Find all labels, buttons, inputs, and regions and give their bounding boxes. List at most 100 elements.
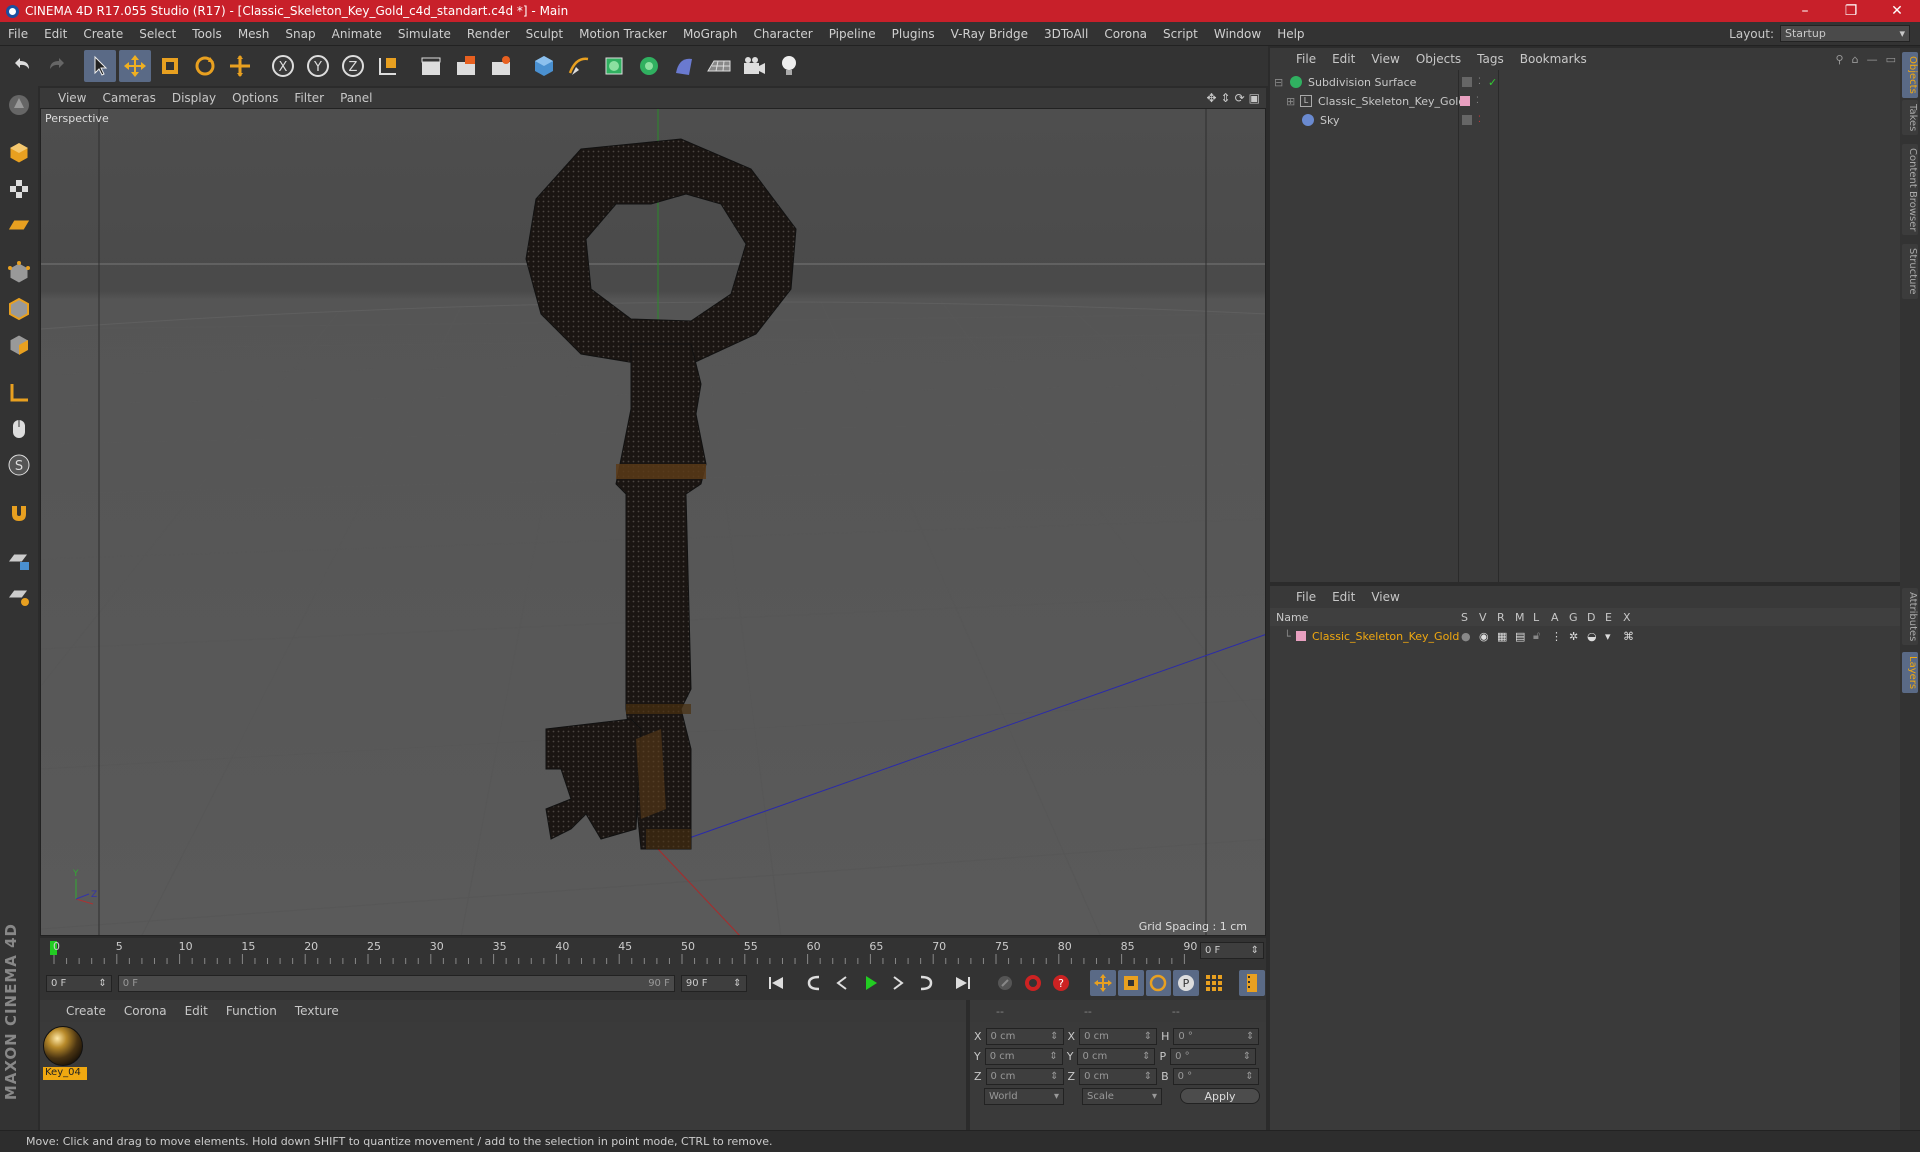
material-menu-edit[interactable]: Edit (185, 1004, 208, 1018)
orbit-icon[interactable]: ⟳ (1235, 91, 1245, 105)
current-frame-field[interactable]: 0 F ⇕ (1200, 942, 1264, 959)
floor-button[interactable] (703, 50, 735, 82)
tab-objects[interactable]: Objects (1902, 52, 1918, 98)
home-icon[interactable]: ⌂ (1852, 53, 1859, 66)
object-menu-tags[interactable]: Tags (1477, 52, 1504, 66)
dolly-icon[interactable]: ⇕ (1221, 91, 1231, 105)
render-settings-button[interactable] (485, 50, 517, 82)
frame-range-slider[interactable]: 0 F 90 F (117, 974, 675, 992)
timeline-window-button[interactable] (1239, 970, 1265, 996)
viewport-menu-cameras[interactable]: Cameras (102, 91, 155, 105)
rotation-p-field[interactable]: 0 ° ⇕ (1170, 1048, 1257, 1065)
collapse-icon[interactable]: — (1867, 53, 1878, 66)
object-row[interactable]: ⊞ L Classic_Skeleton_Key_Gold ⁚ (1270, 92, 1900, 110)
rotation-h-field[interactable]: 0 ° ⇕ (1173, 1028, 1260, 1045)
menu-edit[interactable]: Edit (36, 27, 75, 41)
texture-mode-button[interactable] (2, 172, 36, 206)
menu-script[interactable]: Script (1155, 27, 1206, 41)
deformer-button[interactable] (668, 50, 700, 82)
rotation-b-field[interactable]: 0 ° ⇕ (1172, 1068, 1259, 1085)
new-window-icon[interactable]: ▭ (1886, 53, 1896, 66)
menu-render[interactable]: Render (459, 27, 518, 41)
go-to-end-button[interactable] (951, 970, 977, 996)
tab-structure[interactable]: Structure (1902, 244, 1918, 299)
render-view-button[interactable] (415, 50, 447, 82)
viewport-menu-filter[interactable]: Filter (294, 91, 324, 105)
solo-toggle-icon[interactable]: ● (1461, 630, 1479, 643)
position-y-field[interactable]: 0 cm ⇕ (984, 1048, 1063, 1065)
lock-toggle-icon[interactable]: 🔓︎ (1533, 629, 1551, 643)
camera-label[interactable]: Perspective (45, 112, 109, 125)
expression-toggle-icon[interactable]: ▾ (1605, 630, 1623, 643)
edges-mode-button[interactable] (2, 292, 36, 326)
z-axis-lock-button[interactable]: Z (337, 50, 369, 82)
next-frame-button[interactable] (885, 970, 911, 996)
move-tool-button[interactable] (119, 50, 151, 82)
previous-frame-button[interactable] (829, 970, 855, 996)
layer-menu-edit[interactable]: Edit (1332, 590, 1355, 604)
menu-sculpt[interactable]: Sculpt (518, 27, 571, 41)
object-row[interactable]: ⊟ Subdivision Surface ⁚ ✓ (1270, 73, 1900, 91)
menu-animate[interactable]: Animate (324, 27, 390, 41)
light-button[interactable] (773, 50, 805, 82)
visibility-dots-icon[interactable]: ⁚ (1478, 115, 1486, 125)
visible-toggle-icon[interactable]: ◉ (1479, 630, 1497, 643)
scale-tool-button[interactable] (154, 50, 186, 82)
menu-help[interactable]: Help (1269, 27, 1312, 41)
material-menu-corona[interactable]: Corona (124, 1004, 167, 1018)
object-menu-edit[interactable]: Edit (1332, 52, 1355, 66)
end-frame-field[interactable]: 90 F ⇕ (680, 974, 747, 992)
model-mode-button[interactable] (2, 136, 36, 170)
go-to-start-button[interactable] (763, 970, 789, 996)
object-menu-view[interactable]: View (1371, 52, 1399, 66)
enabled-check-icon[interactable]: ✓ (1488, 76, 1497, 89)
cloner-button[interactable] (633, 50, 665, 82)
viewport-menu-view[interactable]: View (58, 91, 86, 105)
maximize-button[interactable]: ❐ (1828, 3, 1874, 19)
layer-row[interactable]: └ Classic_Skeleton_Key_Gold ● ◉ ▦ ▤ 🔓︎ ⋮… (1270, 627, 1900, 645)
menu-tools[interactable]: Tools (184, 27, 230, 41)
xref-toggle-icon[interactable]: ⌘ (1623, 630, 1641, 643)
key-scale-button[interactable] (1117, 970, 1144, 996)
start-frame-field[interactable]: 0 F ⇕ (46, 974, 112, 992)
menu-pipeline[interactable]: Pipeline (821, 27, 884, 41)
material-menu-texture[interactable]: Texture (295, 1004, 339, 1018)
material-menu-create[interactable]: Create (66, 1004, 106, 1018)
size-x-field[interactable]: 0 cm ⇕ (1079, 1028, 1158, 1045)
layer-menu-file[interactable]: File (1296, 590, 1316, 604)
next-key-button[interactable] (913, 970, 939, 996)
key-position-button[interactable] (1089, 970, 1116, 996)
animation-toggle-icon[interactable]: ⋮ (1551, 630, 1569, 643)
previous-key-button[interactable] (801, 970, 827, 996)
layer-menu-view[interactable]: View (1371, 590, 1399, 604)
tab-attributes[interactable]: Attributes (1902, 588, 1918, 646)
select-tool-button[interactable] (84, 50, 116, 82)
workplane-mode-button[interactable] (2, 208, 36, 242)
key-rotation-button[interactable] (1145, 970, 1172, 996)
minimize-button[interactable]: – (1782, 3, 1828, 19)
object-menu-objects[interactable]: Objects (1416, 52, 1461, 66)
object-menu-bookmarks[interactable]: Bookmarks (1520, 52, 1587, 66)
position-x-field[interactable]: 0 cm ⇕ (985, 1028, 1064, 1045)
make-editable-button[interactable] (2, 88, 36, 122)
manager-toggle-icon[interactable]: ▤ (1515, 630, 1533, 643)
points-mode-button[interactable] (2, 256, 36, 290)
key-parameter-button[interactable]: P (1173, 970, 1200, 996)
object-menu-file[interactable]: File (1296, 52, 1316, 66)
planar-workplane-button[interactable] (2, 580, 36, 614)
subdivision-surface-button[interactable] (598, 50, 630, 82)
menu-plugins[interactable]: Plugins (884, 27, 943, 41)
menu-simulate[interactable]: Simulate (390, 27, 459, 41)
viewport-menu-panel[interactable]: Panel (340, 91, 372, 105)
viewport-menu-options[interactable]: Options (232, 91, 278, 105)
redo-button[interactable] (41, 50, 73, 82)
material-menu-function[interactable]: Function (226, 1004, 277, 1018)
rotate-tool-button[interactable] (189, 50, 221, 82)
layer-color-swatch[interactable] (1296, 631, 1306, 641)
generator-toggle-icon[interactable]: ✲ (1569, 630, 1587, 643)
tab-content-browser[interactable]: Content Browser (1902, 144, 1918, 236)
layout-dropdown[interactable]: Startup ▾ (1780, 25, 1910, 42)
menu-motion-tracker[interactable]: Motion Tracker (571, 27, 675, 41)
play-button[interactable] (857, 970, 883, 996)
render-toggle-icon[interactable]: ▦ (1497, 630, 1515, 643)
